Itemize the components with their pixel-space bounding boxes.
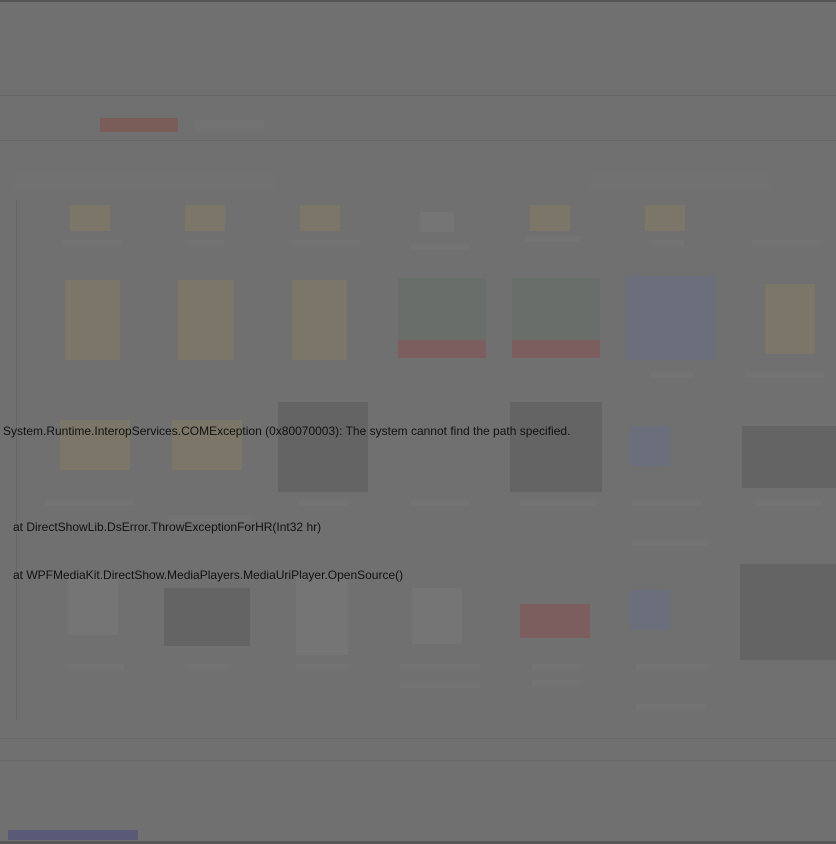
status-separator bbox=[0, 738, 836, 739]
item-label-ghost bbox=[400, 682, 480, 688]
window-top-border bbox=[0, 0, 836, 2]
item-label-ghost bbox=[66, 664, 124, 670]
status-separator bbox=[0, 760, 836, 761]
folder-icon bbox=[420, 212, 454, 232]
item-label-ghost bbox=[650, 240, 684, 246]
address-bar bbox=[14, 174, 276, 190]
document-icon bbox=[178, 280, 233, 360]
document-icon bbox=[765, 284, 815, 354]
ribbon-tab-ghost bbox=[195, 120, 265, 130]
search-box bbox=[590, 174, 770, 190]
folder-icon bbox=[530, 205, 570, 231]
error-message: System.Runtime.InteropServices.COMExcept… bbox=[3, 424, 571, 438]
item-label-ghost bbox=[525, 236, 581, 242]
item-label-ghost bbox=[752, 240, 822, 246]
folder-icon bbox=[645, 205, 685, 231]
stack-trace-line: at DirectShowLib.DsError.ThrowExceptionF… bbox=[13, 520, 322, 534]
item-label-ghost bbox=[186, 240, 224, 246]
error-spacer bbox=[3, 471, 833, 487]
ribbon-tab-highlight bbox=[100, 118, 178, 132]
folder-icon bbox=[70, 205, 110, 231]
error-message-block: System.Runtime.InteropServices.COMExcept… bbox=[3, 391, 833, 615]
item-label-ghost bbox=[186, 664, 230, 670]
image-thumbnail bbox=[626, 276, 716, 360]
item-label-ghost bbox=[62, 240, 122, 246]
document-icon bbox=[65, 280, 120, 360]
item-label-ghost bbox=[400, 664, 480, 670]
item-label-ghost bbox=[636, 664, 710, 670]
item-label-ghost bbox=[636, 704, 706, 710]
item-label-ghost bbox=[290, 240, 360, 246]
status-bar-text bbox=[8, 830, 138, 840]
toolbar-separator bbox=[0, 140, 836, 141]
item-label-ghost bbox=[745, 372, 825, 378]
item-label-ghost bbox=[532, 664, 582, 670]
image-thumbnail-banner bbox=[398, 340, 486, 358]
item-label-ghost bbox=[532, 680, 582, 686]
image-thumbnail-banner bbox=[512, 340, 600, 358]
ribbon-separator bbox=[0, 95, 836, 96]
folder-icon bbox=[300, 205, 340, 231]
folder-icon bbox=[185, 205, 225, 231]
item-label-ghost bbox=[410, 244, 470, 250]
stack-trace-line: at WPFMediaKit.DirectShow.MediaPlayers.M… bbox=[13, 568, 404, 582]
screen: System.Runtime.InteropServices.COMExcept… bbox=[0, 0, 836, 844]
document-icon bbox=[292, 280, 347, 360]
item-label-ghost bbox=[650, 372, 694, 378]
item-label-ghost bbox=[296, 664, 350, 670]
